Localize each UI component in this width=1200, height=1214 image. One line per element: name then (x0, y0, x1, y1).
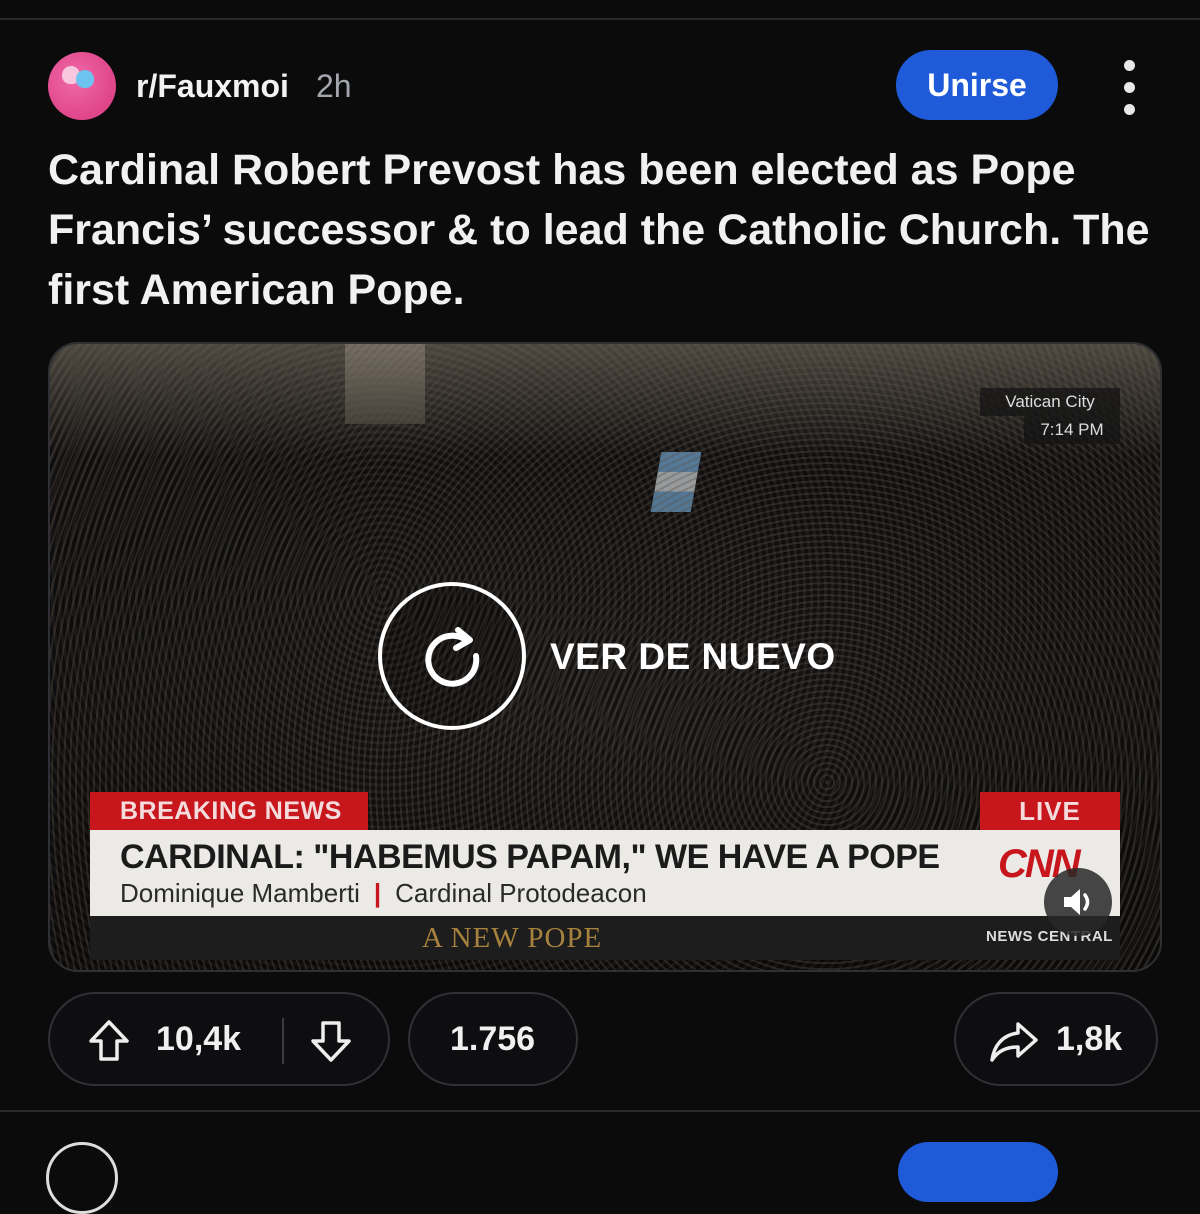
news-headline: CARDINAL: "HABEMUS PAPAM," WE HAVE A POP… (120, 838, 940, 876)
news-subline: Dominique Mamberti | Cardinal Protodeacon (120, 878, 647, 909)
subline-separator: | (373, 878, 382, 908)
share-icon (990, 1022, 1038, 1062)
news-ticker: A NEW POPE (90, 916, 1120, 960)
speaker-role: Cardinal Protodeacon (395, 878, 647, 908)
ticker-text: A NEW POPE (422, 922, 603, 954)
share-count: 1,8k (1056, 1020, 1123, 1058)
upvote-count: 10,4k (156, 1020, 242, 1058)
speaker-name: Dominique Mamberti (120, 878, 360, 908)
volume-icon (1064, 889, 1090, 915)
subreddit-avatar[interactable] (48, 52, 116, 120)
replay-label[interactable]: VER DE NUEVO (550, 636, 836, 678)
post-title[interactable]: Cardinal Robert Prevost has been elected… (48, 140, 1158, 320)
top-divider (0, 0, 1200, 20)
news-lower-third: CARDINAL: "HABEMUS PAPAM," WE HAVE A POP… (90, 830, 1120, 916)
upvote-icon[interactable] (86, 1018, 132, 1064)
replay-icon (425, 627, 480, 687)
theater-mask-icon (76, 70, 94, 88)
post-header: r/Fauxmoi 2h Unirse (48, 50, 1158, 120)
vote-divider (282, 1018, 284, 1064)
downvote-icon[interactable] (308, 1018, 354, 1064)
live-badge: LIVE (980, 792, 1120, 830)
volume-button[interactable] (1044, 868, 1112, 936)
subreddit-name[interactable]: r/Fauxmoi (136, 68, 289, 105)
comment-count: 1.756 (450, 1020, 536, 1058)
comments-button[interactable]: 1.756 (408, 992, 578, 1086)
more-options-icon[interactable] (1114, 60, 1144, 116)
next-post-join-button[interactable] (898, 1142, 1058, 1202)
vote-bar: 10,4k (48, 992, 390, 1086)
local-time-label: 7:14 PM (1024, 416, 1120, 444)
video-player[interactable]: Vatican City 7:14 PM VER DE NUEVO BREAKI… (48, 342, 1162, 972)
next-post-avatar[interactable] (46, 1142, 118, 1214)
share-button[interactable]: 1,8k (954, 992, 1158, 1086)
location-label: Vatican City (980, 388, 1120, 416)
post-divider (0, 1110, 1200, 1112)
join-button[interactable]: Unirse (896, 50, 1058, 120)
location-badge: Vatican City 7:14 PM (980, 388, 1120, 446)
breaking-news-banner: BREAKING NEWS (90, 792, 368, 830)
post-age: 2h (316, 68, 352, 104)
replay-button[interactable] (378, 582, 526, 730)
